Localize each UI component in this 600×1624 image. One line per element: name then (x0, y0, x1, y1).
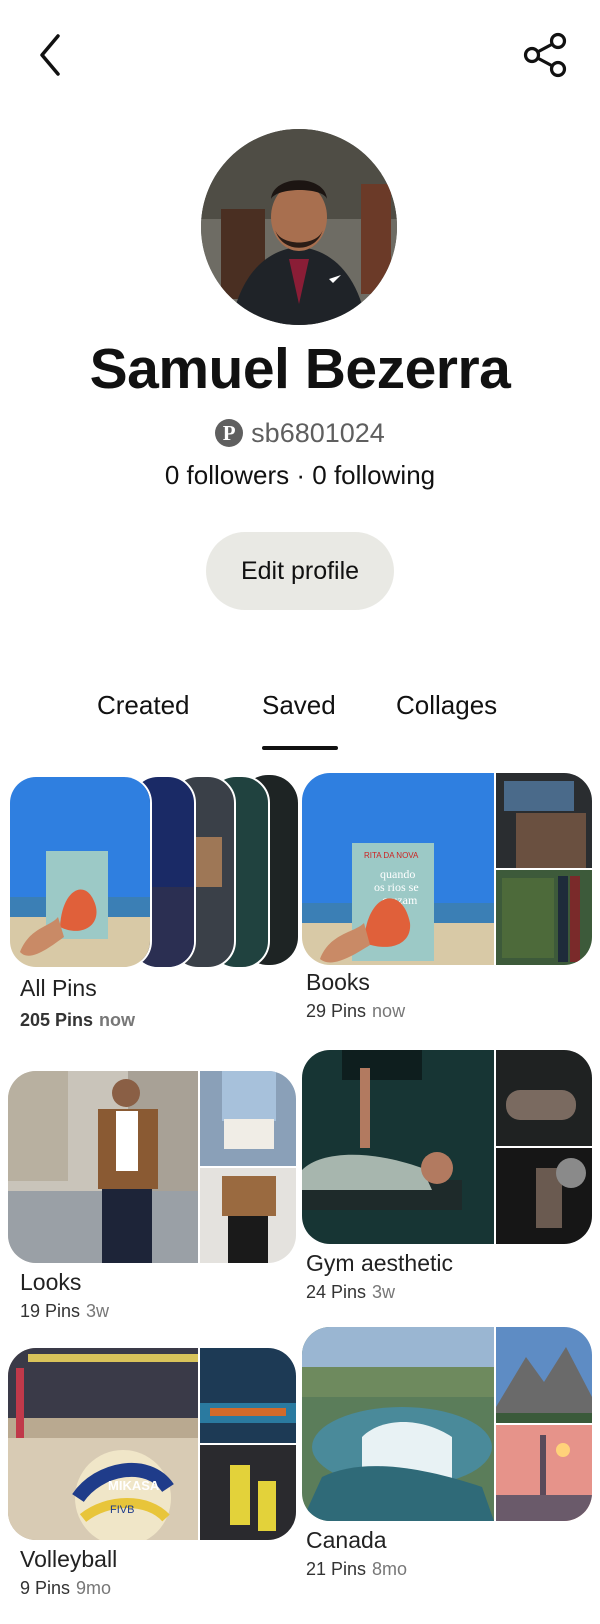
board-cover-tile (496, 870, 592, 965)
board-meta: 19 Pins 3w (20, 1301, 109, 1322)
ball-badge: FIVB (110, 1504, 134, 1516)
board-meta: 9 Pins 9mo (20, 1578, 111, 1599)
board-pin-count: 29 Pins (306, 1001, 367, 1021)
profile-tabs: Created Saved Collages (0, 690, 600, 750)
profile-handle: sb6801024 (251, 417, 385, 448)
board-time: now (99, 1010, 136, 1030)
board-cover-main: MIKASA FIVB (8, 1348, 198, 1540)
board-meta: 24 Pins 3w (306, 1282, 395, 1303)
board-volleyball[interactable]: MIKASA FIVB Volleyball 9 Pins 9mo (8, 1348, 298, 1608)
avatar[interactable] (201, 129, 397, 325)
board-cover: MIKASA FIVB (8, 1348, 296, 1540)
edit-profile-button[interactable]: Edit profile (206, 532, 394, 610)
board-cover (302, 1327, 592, 1521)
board-meta: 205 Pins now (20, 1010, 135, 1031)
board-pin-count: 19 Pins (20, 1301, 81, 1321)
book-author: RITA DA NOVA (364, 851, 419, 860)
board-looks[interactable]: Looks 19 Pins 3w (8, 1071, 298, 1331)
profile-handle-row: P sb6801024 (0, 415, 600, 451)
profile-name: Samuel Bezerra (89, 337, 511, 401)
board-cover-tile (200, 1168, 296, 1263)
board-cover-tile (200, 1348, 296, 1443)
board-title: Gym aesthetic (306, 1250, 453, 1276)
board-cover-tile (200, 1071, 296, 1166)
board-cover-tile (200, 1445, 296, 1540)
tab-collages[interactable]: Collages (396, 690, 497, 721)
board-meta: 21 Pins 8mo (306, 1559, 407, 1580)
board-cover-main: RITA DA NOVA quando os rios se cruzam (302, 773, 494, 965)
board-cover-tile (496, 1327, 592, 1423)
board-time: 8mo (372, 1559, 408, 1579)
share-button[interactable] (520, 30, 570, 80)
ball-brand: MIKASA (108, 1478, 160, 1493)
top-bar (0, 0, 600, 110)
board-title: All Pins (20, 975, 97, 1001)
board-pin-count: 21 Pins (306, 1559, 367, 1579)
back-button[interactable] (30, 30, 74, 80)
board-time: 3w (372, 1282, 396, 1302)
board-cover (302, 1050, 592, 1244)
board-books[interactable]: RITA DA NOVA quando os rios se cruzam Bo… (302, 773, 592, 1033)
board-title: Volleyball (20, 1546, 118, 1572)
share-icon (523, 32, 567, 78)
board-cover-main (8, 1071, 198, 1263)
board-meta: 29 Pins now (306, 1001, 405, 1022)
board-cover-tile (496, 1148, 592, 1244)
board-pin-count: 24 Pins (306, 1282, 367, 1302)
board-cover-tile (496, 1050, 592, 1146)
board-time: now (372, 1001, 406, 1021)
board-gym-aesthetic[interactable]: Gym aesthetic 24 Pins 3w (302, 1050, 592, 1312)
book-title-line: quando (380, 867, 415, 881)
board-cover-tile (496, 1425, 592, 1521)
follow-counts[interactable]: 0 followers · 0 following (0, 460, 600, 491)
chevron-left-icon (40, 34, 60, 76)
board-time: 9mo (76, 1578, 112, 1598)
board-cover-tile (496, 773, 592, 868)
pinterest-icon: P (215, 419, 244, 447)
board-title: Canada (306, 1527, 387, 1553)
board-canada[interactable]: Canada 21 Pins 8mo (302, 1327, 592, 1589)
board-cover-main (302, 1050, 494, 1244)
active-tab-indicator (262, 746, 338, 750)
book-title-line: os rios se (374, 880, 419, 894)
board-cover: RITA DA NOVA quando os rios se cruzam (302, 773, 592, 965)
board-cover-main (302, 1327, 494, 1521)
board-pin-count: 9 Pins (20, 1578, 71, 1598)
board-all-pins[interactable]: All Pins 205 Pins now (8, 775, 298, 1040)
tab-created[interactable]: Created (97, 690, 190, 721)
board-time: 3w (86, 1301, 110, 1321)
board-cover (8, 1071, 296, 1263)
board-pin-count: 205 Pins (20, 1010, 94, 1030)
board-title: Books (306, 969, 370, 995)
board-title: Looks (20, 1269, 82, 1295)
board-cover-main (8, 775, 152, 969)
tab-saved[interactable]: Saved (262, 690, 336, 721)
